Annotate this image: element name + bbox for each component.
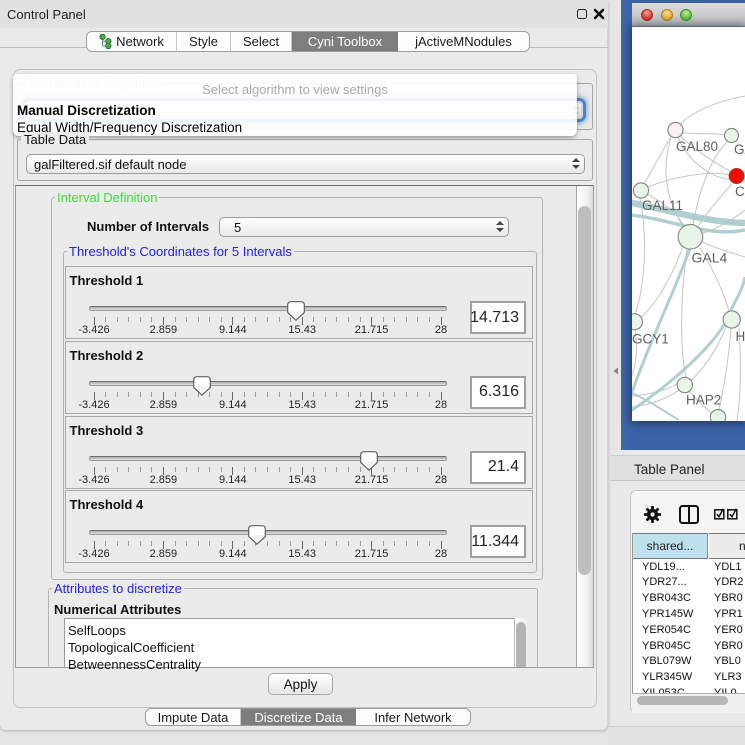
svg-text:H: H — [736, 329, 745, 344]
svg-text:GAL11: GAL11 — [642, 198, 683, 213]
svg-text:GCY1: GCY1 — [632, 332, 669, 347]
svg-text:HAP2: HAP2 — [686, 393, 721, 408]
svg-text:GAL4: GAL4 — [692, 250, 728, 266]
svg-text:GA: GA — [734, 142, 745, 157]
svg-text:GAL80: GAL80 — [676, 139, 718, 154]
svg-text:C: C — [735, 184, 745, 199]
